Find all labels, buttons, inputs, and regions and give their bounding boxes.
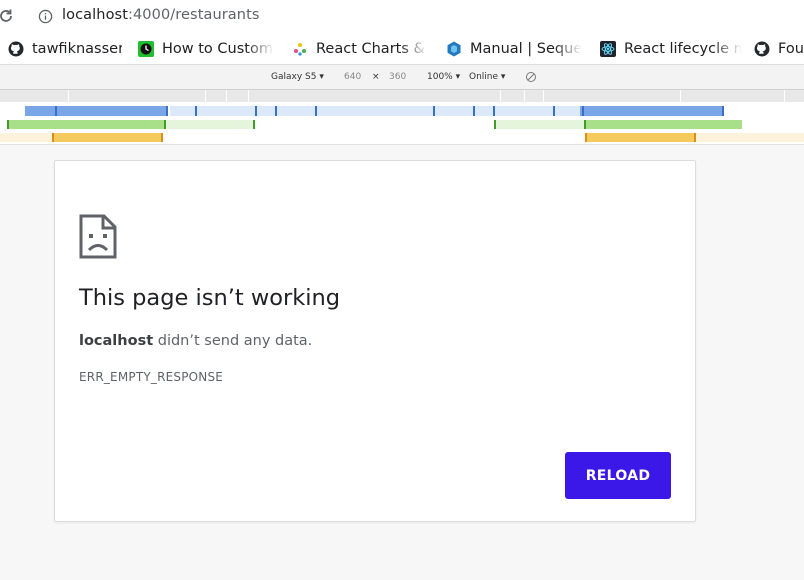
bookmark-label: tawfiknasser [32, 41, 122, 57]
error-host: localhost [79, 333, 154, 349]
network-select[interactable]: Online ▾ [469, 72, 505, 82]
error-description: localhost didn’t send any data. [79, 333, 312, 349]
bookmarks-bar: tawfiknasser How to Customi React Charts… [0, 34, 804, 65]
bookmark-tawfiknasser[interactable]: tawfiknasser [8, 39, 122, 59]
media-query-ruler [0, 90, 804, 102]
media-bar-green-light[interactable] [165, 120, 255, 129]
media-bar-blue-light[interactable] [170, 106, 580, 116]
url-field[interactable]: localhost:4000/restaurants [62, 7, 260, 23]
zoom-select[interactable]: 100% ▾ [427, 72, 460, 82]
bookmark-react-charts[interactable]: React Charts & G [292, 39, 428, 59]
media-bar-orange[interactable] [585, 133, 696, 142]
react-icon [600, 41, 616, 57]
bookmark-label: React Charts & G [316, 41, 428, 57]
url-host: localhost [62, 7, 128, 23]
bookmark-how-to-customize[interactable]: How to Customi [138, 39, 274, 59]
device-name: Galaxy S5 [271, 72, 317, 82]
error-title: This page isn’t working [79, 285, 341, 311]
media-bar-green-light[interactable] [494, 120, 584, 129]
info-icon[interactable] [38, 9, 53, 24]
network-value: Online [469, 72, 499, 82]
sad-page-icon [79, 214, 117, 259]
reload-button[interactable]: RELOAD [565, 452, 671, 499]
address-bar: localhost:4000/restaurants [0, 0, 804, 34]
media-bar-green[interactable] [584, 120, 742, 129]
media-bar-blue[interactable] [25, 106, 168, 116]
viewport-width[interactable]: 640 [344, 72, 361, 82]
viewport-height[interactable]: 360 [389, 72, 406, 82]
reload-icon[interactable] [0, 8, 14, 24]
bookmark-label: React lifecycle m [624, 41, 742, 57]
error-card: This page isn’t working localhost didn’t… [54, 160, 696, 522]
green-clock-icon [138, 41, 154, 57]
media-query-bars [0, 102, 804, 145]
error-code: ERR_EMPTY_RESPONSE [79, 370, 224, 384]
bookmark-label: How to Customi [162, 41, 274, 57]
dimension-separator: × [372, 72, 380, 82]
bookmark-fou[interactable]: Fou [754, 39, 804, 59]
github-icon [754, 41, 770, 57]
url-path: :4000/restaurants [128, 7, 260, 23]
device-select[interactable]: Galaxy S5 ▾ [271, 72, 324, 82]
media-bar-orange-light[interactable] [696, 133, 804, 142]
device-toolbar: Galaxy S5 ▾ 640 × 360 100% ▾ Online ▾ [0, 65, 804, 90]
media-bar-orange-light[interactable] [0, 133, 52, 142]
media-bar-orange[interactable] [52, 133, 163, 142]
error-message: didn’t send any data. [153, 333, 313, 349]
sequelize-icon [447, 41, 461, 57]
zoom-value: 100% [427, 72, 453, 82]
media-bar-blue[interactable] [580, 106, 724, 116]
rotate-icon[interactable] [525, 71, 537, 83]
bookmark-label: Fou [778, 41, 804, 57]
bookmark-react-lifecycle[interactable]: React lifecycle m [600, 39, 742, 59]
react-charts-icon [294, 43, 306, 56]
media-bar-green[interactable] [7, 120, 165, 129]
github-icon [8, 41, 24, 57]
bookmark-label: Manual | Sequeli [470, 41, 582, 57]
bookmark-sequelize-manual[interactable]: Manual | Sequeli [446, 39, 582, 59]
